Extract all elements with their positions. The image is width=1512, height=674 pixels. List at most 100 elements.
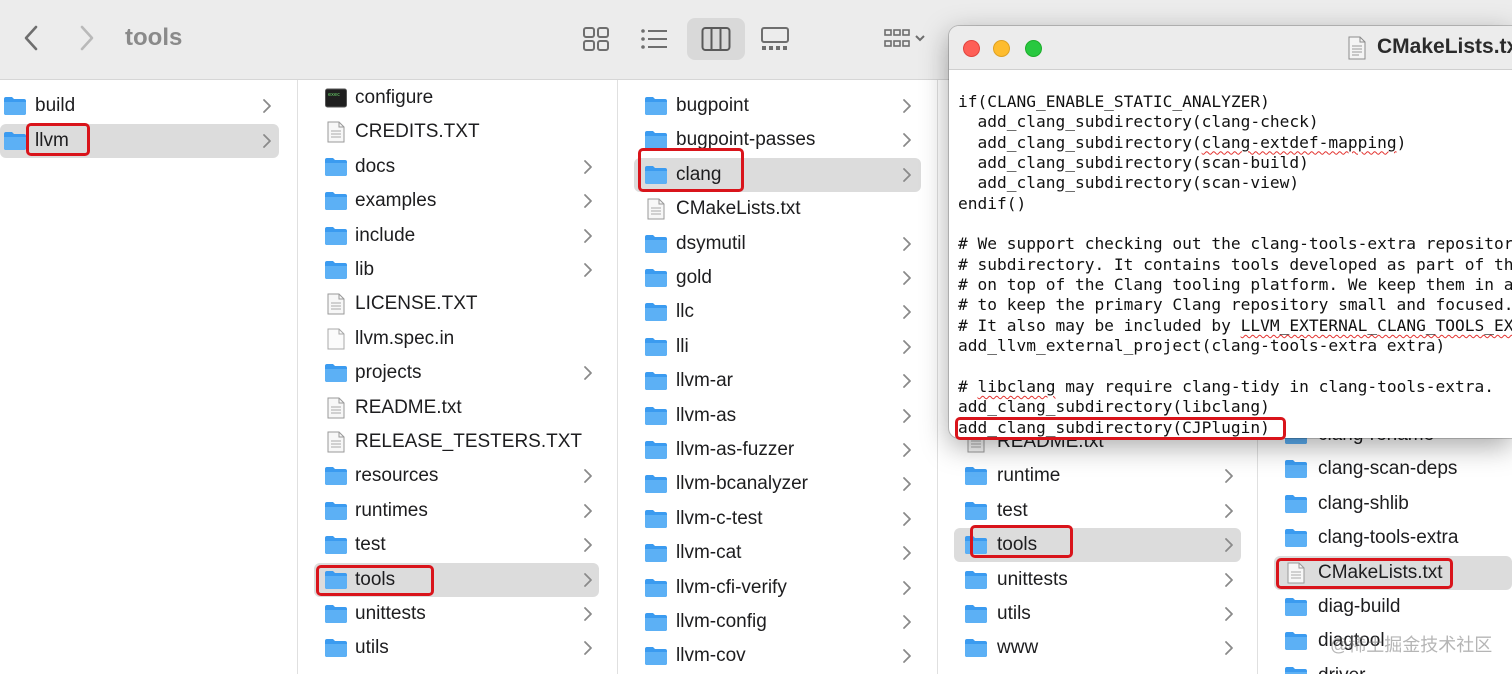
- file-row[interactable]: clang-tools-extra: [1258, 521, 1512, 555]
- folder-icon: [1285, 632, 1307, 651]
- minimize-button[interactable]: [993, 40, 1010, 57]
- row-chevron: [583, 468, 593, 484]
- zoom-button[interactable]: [1025, 40, 1042, 57]
- editor-title-bar[interactable]: CMakeLists.txt: [949, 26, 1512, 70]
- row-icon: [644, 336, 668, 358]
- file-name: examples: [355, 190, 437, 212]
- row-icon: [644, 370, 668, 392]
- row-chevron: [1224, 606, 1234, 622]
- code-line: add_clang_subdirectory(clang-check): [958, 112, 1319, 132]
- row-icon: [1284, 493, 1308, 515]
- annotation-box-tools: [316, 565, 434, 596]
- file-row[interactable]: llvm-cov: [618, 639, 937, 673]
- file-row[interactable]: diag-build: [1258, 590, 1512, 624]
- file-row[interactable]: llvm-c-test: [618, 502, 937, 536]
- row-icon: [644, 405, 668, 427]
- file-row[interactable]: www: [938, 631, 1257, 665]
- row-icon: [324, 637, 348, 659]
- file-row[interactable]: CREDITS.TXT: [298, 115, 617, 149]
- file-row[interactable]: runtimes: [298, 494, 617, 528]
- file-row[interactable]: unittests: [938, 563, 1257, 597]
- file-name: resources: [355, 465, 439, 487]
- icon-view-button[interactable]: [567, 18, 625, 60]
- file-row[interactable]: llvm-cat: [618, 536, 937, 570]
- file-row[interactable]: examples: [298, 184, 617, 218]
- row-icon: [324, 603, 348, 625]
- forward-button[interactable]: [72, 18, 102, 58]
- file-name: llc: [676, 301, 694, 323]
- file-row[interactable]: llvm-ar: [618, 364, 937, 398]
- file-row[interactable]: utils: [298, 631, 617, 665]
- file-row[interactable]: llvm-as-fuzzer: [618, 433, 937, 467]
- folder-icon: [325, 364, 347, 383]
- file-row[interactable]: gold: [618, 261, 937, 295]
- annotation-box-cjplugin-line: [955, 417, 1286, 440]
- row-icon: [324, 362, 348, 384]
- file-row[interactable]: llvm-config: [618, 605, 937, 639]
- row-icon: [1284, 596, 1308, 618]
- folder-icon: [645, 647, 667, 666]
- file-row[interactable]: llvm-bcanalyzer: [618, 467, 937, 501]
- file-name: lli: [676, 335, 689, 357]
- file-row[interactable]: llvm-cfi-verify: [618, 571, 937, 605]
- annotation-box-llvm: [26, 123, 90, 156]
- folder-icon: [1285, 494, 1307, 513]
- file-row[interactable]: dsymutil: [618, 227, 937, 261]
- list-view-button[interactable]: [625, 18, 683, 60]
- file-row[interactable]: unittests: [298, 597, 617, 631]
- editor-text-area[interactable]: if(CLANG_ENABLE_STATIC_ANALYZER) add_cla…: [958, 92, 1512, 438]
- chevron-right-icon: [903, 649, 911, 664]
- close-button[interactable]: [963, 40, 980, 57]
- back-button[interactable]: [16, 18, 46, 58]
- row-icon: [324, 534, 348, 556]
- chevron-right-icon: [1225, 469, 1233, 484]
- folder-icon: [645, 509, 667, 528]
- gallery-view-button[interactable]: [746, 18, 804, 60]
- file-row[interactable]: utils: [938, 597, 1257, 631]
- column-view-button[interactable]: [687, 18, 745, 60]
- file-row[interactable]: test: [938, 494, 1257, 528]
- finder-column-1[interactable]: build llvm: [0, 80, 298, 674]
- file-row[interactable]: LICENSE.TXT: [298, 287, 617, 321]
- file-row[interactable]: llc: [618, 295, 937, 329]
- chevron-right-icon: [584, 366, 592, 381]
- file-name: llvm.spec.in: [355, 327, 455, 349]
- file-row[interactable]: test: [298, 528, 617, 562]
- file-row[interactable]: build: [0, 89, 297, 123]
- file-row[interactable]: RELEASE_TESTERS.TXT: [298, 425, 617, 459]
- file-row[interactable]: llvm-as: [618, 399, 937, 433]
- folder-icon: [645, 372, 667, 391]
- file-row[interactable]: projects: [298, 356, 617, 390]
- row-icon: [644, 508, 668, 530]
- file-row[interactable]: lli: [618, 330, 937, 364]
- row-chevron: [902, 511, 912, 527]
- file-row[interactable]: docs: [298, 150, 617, 184]
- file-row[interactable]: driver: [1258, 659, 1512, 674]
- file-row[interactable]: exec configure: [298, 81, 617, 115]
- file-name: llvm-as: [676, 404, 737, 426]
- folder-icon: [325, 261, 347, 279]
- chevron-right-icon: [903, 615, 911, 629]
- file-row[interactable]: CMakeLists.txt: [618, 192, 937, 226]
- file-row[interactable]: clang-scan-deps: [1258, 452, 1512, 486]
- file-name: utils: [997, 603, 1031, 624]
- file-name: llvm-bcanalyzer: [676, 473, 808, 495]
- file-row[interactable]: llvm.spec.in: [298, 322, 617, 356]
- watermark: @稀土掘金技术社区: [1330, 635, 1493, 655]
- group-by-button[interactable]: [870, 18, 940, 60]
- file-row[interactable]: lib: [298, 253, 617, 287]
- file-row[interactable]: runtime: [938, 459, 1257, 493]
- file-row[interactable]: README.txt: [298, 391, 617, 425]
- row-chevron: [583, 537, 593, 553]
- file-row[interactable]: include: [298, 219, 617, 253]
- row-icon: [644, 267, 668, 289]
- textedit-window[interactable]: CMakeLists.txt if(CLANG_ENABLE_STATIC_AN…: [949, 26, 1512, 438]
- row-icon: [964, 500, 988, 522]
- file-row[interactable]: bugpoint: [618, 89, 937, 123]
- file-name: configure: [355, 87, 434, 108]
- row-chevron: [902, 167, 912, 183]
- chevron-right-icon: [1225, 607, 1233, 621]
- file-row[interactable]: resources: [298, 459, 617, 493]
- file-row[interactable]: clang-shlib: [1258, 487, 1512, 521]
